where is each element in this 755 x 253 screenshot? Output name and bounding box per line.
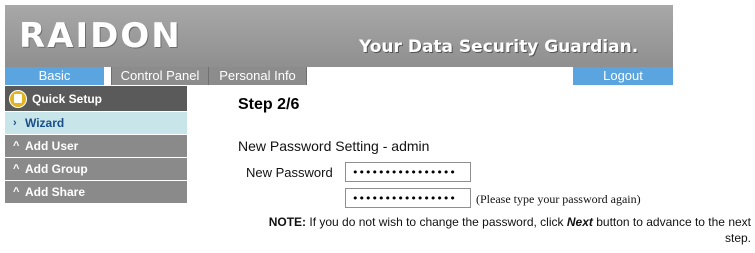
chevron-up-icon: ^ [13,186,20,198]
header-tagline: Your Data Security Guardian. [359,37,639,57]
tab-personal-info[interactable]: Personal Info [209,67,307,85]
sidebar-item-wizard[interactable]: › Wizard [5,111,187,134]
section-title: New Password Setting - admin [238,138,430,154]
sidebar-header-label: Quick Setup [32,91,103,106]
note-text: NOTE: If you do not wish to change the p… [244,214,751,246]
sidebar: Quick Setup › Wizard ^ Add User ^ Add Gr… [5,86,187,203]
step-title: Step 2/6 [238,96,300,113]
note-text-part1: If you do not wish to change the passwor… [309,215,564,229]
main-content: Step 2/6 New Password Setting - admin Ne… [238,96,753,245]
sidebar-item-label: Wizard [25,116,65,130]
chevron-up-icon: ^ [13,140,20,152]
sidebar-header-quick-setup[interactable]: Quick Setup [5,86,187,111]
sidebar-item-add-user[interactable]: ^ Add User [5,134,187,157]
confirm-password-input[interactable] [345,188,471,208]
new-password-label: New Password [246,165,333,180]
note-next-word: Next [566,215,593,229]
tab-control-panel[interactable]: Control Panel [111,67,209,85]
raidon-logo: RAIDON [19,16,182,56]
sidebar-item-add-group[interactable]: ^ Add Group [5,157,187,180]
logout-button[interactable]: Logout [573,67,673,85]
sidebar-item-add-share[interactable]: ^ Add Share [5,180,187,203]
sidebar-item-label: Add Group [25,162,88,176]
sidebar-item-label: Add User [25,139,79,153]
confirm-password-hint: (Please type your password again) [476,192,641,206]
chevron-up-icon: ^ [13,163,20,175]
new-password-input[interactable] [345,162,471,182]
chevron-right-icon: › [13,117,17,129]
top-nav-bar: Basic Control Panel Personal Info Logout [5,67,673,85]
note-text-part2: button to advance to the next step. [596,215,751,245]
header-banner: RAIDON Your Data Security Guardian. [5,5,673,67]
tab-basic[interactable]: Basic [5,67,105,85]
note-prefix: NOTE: [268,215,307,229]
quick-setup-icon [9,89,27,108]
sidebar-item-label: Add Share [25,185,86,199]
